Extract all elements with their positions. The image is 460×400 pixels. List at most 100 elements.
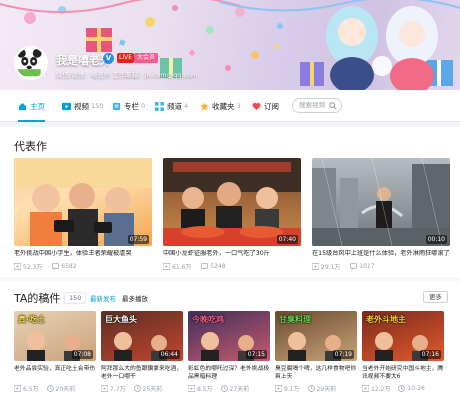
publish-time: 10-26: [407, 385, 425, 392]
video-thumbnail[interactable]: 07:40: [163, 158, 301, 246]
favorites-icon: [200, 101, 209, 110]
video-title[interactable]: 老外挑战中国小学生，体验王者荣耀被虐哭: [14, 250, 152, 258]
thumbnail-caption: 真·吃土: [18, 315, 46, 324]
play-count-icon: [14, 385, 21, 392]
sort-popular[interactable]: 最多播放: [122, 293, 148, 303]
play-count-icon: [312, 263, 319, 270]
video-title[interactable]: 在15级台风中上班是什么体验，老外淋雨狂哪滚了: [312, 250, 450, 258]
view-count: 52.3万: [23, 264, 43, 271]
tab-count: 3: [236, 102, 241, 110]
video-card[interactable]: 07:40 中国小龙虾征服老外，一口气吃了30斤 61.6万 5248: [163, 158, 301, 271]
video-duration: 07:08: [71, 350, 93, 359]
sort-latest[interactable]: 最新发布: [90, 293, 116, 303]
user-avatar[interactable]: [14, 46, 48, 80]
thumbnail-image: [312, 158, 450, 246]
thumbnail-caption: 甘臭料理: [279, 315, 311, 324]
uploads-section: TA的稿件 150 最新发布 最多播放 更多 真·吃土 07:08 老外品尝实验，真…: [0, 281, 460, 400]
video-stats: 9.1万 29天前: [275, 384, 344, 394]
publish-time: 27天前: [229, 386, 250, 393]
video-stats: 29.1万 1017: [312, 262, 383, 272]
tab-column[interactable]: 专栏 0: [112, 90, 145, 122]
view-count: 9.1万: [284, 386, 300, 393]
play-count-icon: [362, 385, 369, 392]
video-thumbnail[interactable]: 老外斗地主 07:16: [362, 311, 444, 361]
channel-icon: [155, 101, 164, 111]
section-title: 代表作: [14, 140, 47, 153]
video-stats: 6.5万 20天前: [14, 384, 83, 394]
thumbnail-image: [163, 158, 301, 246]
upload-card[interactable]: 真·吃土 07:08 老外品尝实验，真正吃土会带伤 6.5万 20天前: [14, 311, 96, 393]
search-icon[interactable]: [329, 102, 337, 110]
clock-icon: [133, 385, 141, 392]
tab-label: 收藏夹: [212, 101, 235, 111]
live-badge[interactable]: LIVE: [117, 53, 135, 63]
tab-label: 视频: [74, 101, 89, 111]
upload-card[interactable]: 今晚吃鸡 07:15 彩虹色的哪吒过深？老外挑战极品黑暗料理 8.5万 27天前: [188, 311, 270, 393]
publish-time: 29天前: [316, 386, 337, 393]
video-stats: 8.5万 27天前: [188, 384, 257, 394]
tab-favorites[interactable]: 收藏夹 3: [200, 90, 241, 122]
profile-banner: 我是嘻老外 V LIVE 大会员 微信/微博：嘻老外 工作邮箱：jh.com@q…: [0, 0, 460, 90]
search-placeholder: 搜索视频: [299, 101, 325, 109]
view-count: 12.2万: [371, 386, 391, 393]
home-icon: [18, 102, 27, 110]
play-count-icon: [188, 385, 195, 392]
subscribe-icon: [252, 102, 261, 110]
video-title[interactable]: 中国小龙虾征服老外，一口气吃了30斤: [163, 250, 301, 258]
comment-count: 6582: [61, 263, 77, 270]
video-card[interactable]: 00:10 在15级台风中上班是什么体验，老外淋雨狂哪滚了 29.1万 1017: [312, 158, 450, 271]
video-stats: 61.6万 5248: [163, 262, 234, 272]
video-thumbnail[interactable]: 巨大鱼头 06:44: [101, 311, 183, 361]
tab-subscribe[interactable]: 订阅: [252, 90, 279, 122]
video-duration: 06:44: [158, 350, 180, 359]
play-count-icon: [163, 263, 170, 270]
video-thumbnail[interactable]: 甘臭料理 07:19: [275, 311, 357, 361]
view-count: 61.6万: [172, 264, 192, 271]
thumbnail-image: [14, 158, 152, 246]
video-card[interactable]: 07:59 老外挑战中国小学生，体验王者荣耀被虐哭 52.3万 6582: [14, 158, 152, 271]
view-count: 6.5万: [23, 386, 39, 393]
comment-icon: [350, 263, 358, 270]
tab-video[interactable]: 视频 150: [62, 90, 103, 122]
search-input[interactable]: 搜索视频: [292, 98, 342, 113]
video-thumbnail[interactable]: 今晚吃鸡 07:15: [188, 311, 270, 361]
space-nav: 主页 视频 150 专栏 0 频道 4 收藏夹 3 订阅 搜索视频: [0, 90, 460, 122]
tab-count: 0: [141, 102, 146, 110]
video-stats: 52.3万 6582: [14, 262, 85, 272]
upload-card[interactable]: 甘臭料理 07:19 臭豆腐喝个啤，这几样食物吧你爽上天 9.1万 29天前: [275, 311, 357, 393]
clock-icon: [307, 385, 315, 392]
video-duration: 00:10: [425, 235, 447, 244]
tab-home[interactable]: 主页: [18, 90, 45, 122]
tab-label: 订阅: [264, 101, 279, 111]
video-title[interactable]: 当老外开始研究中国斗地主，腾讯视频不要大6: [362, 365, 444, 381]
video-thumbnail[interactable]: 真·吃土 07:08: [14, 311, 96, 361]
upload-card[interactable]: 老外斗地主 07:16 当老外开始研究中国斗地主，腾讯视频不要大6 12.2万 10-2…: [362, 311, 444, 393]
video-thumbnail[interactable]: 00:10: [312, 158, 450, 246]
clock-icon: [398, 385, 406, 392]
video-stats: 12.2万 10-26: [362, 384, 433, 394]
comment-count: 1017: [359, 263, 375, 270]
view-count: 29.1万: [321, 264, 341, 271]
video-duration: 07:19: [332, 350, 354, 359]
video-title[interactable]: 老外品尝实验，真正吃土会带伤: [14, 365, 96, 381]
video-thumbnail[interactable]: 07:59: [14, 158, 152, 246]
video-title[interactable]: 彩虹色的哪吒过深？老外挑战极品黑暗料理: [188, 365, 270, 381]
clock-icon: [220, 385, 228, 392]
video-title[interactable]: 阿拜那么大的鱼跟鑽拿来吃酒，老外一口哪干: [101, 365, 183, 381]
view-count: 8.5万: [197, 386, 213, 393]
video-title[interactable]: 臭豆腐喝个啤，这几样食物吧你爽上天: [275, 365, 357, 381]
comment-icon: [201, 263, 209, 270]
publish-time: 25天前: [142, 386, 163, 393]
representative-section: 代表作 07:59 老外挑战中国小学生，体验王者荣耀被虐哭 52.3万 6582: [0, 127, 460, 277]
upload-card[interactable]: 巨大鱼头 06:44 阿拜那么大的鱼跟鑽拿来吃酒，老外一口哪干 7.7万 25天前: [101, 311, 183, 393]
thumbnail-caption: 今晚吃鸡: [192, 315, 224, 324]
more-button[interactable]: 更多: [423, 291, 448, 303]
tab-channel[interactable]: 频道 4: [155, 90, 188, 122]
uploads-count: 150: [64, 292, 87, 304]
tab-label: 频道: [167, 101, 182, 111]
video-duration: 07:16: [419, 350, 441, 359]
view-count: 7.7万: [110, 386, 126, 393]
play-count-icon: [275, 385, 282, 392]
tab-label: 专栏: [124, 101, 139, 111]
space-page: 我是嘻老外 V LIVE 大会员 微信/微博：嘻老外 工作邮箱：jh.com@q…: [0, 0, 460, 400]
